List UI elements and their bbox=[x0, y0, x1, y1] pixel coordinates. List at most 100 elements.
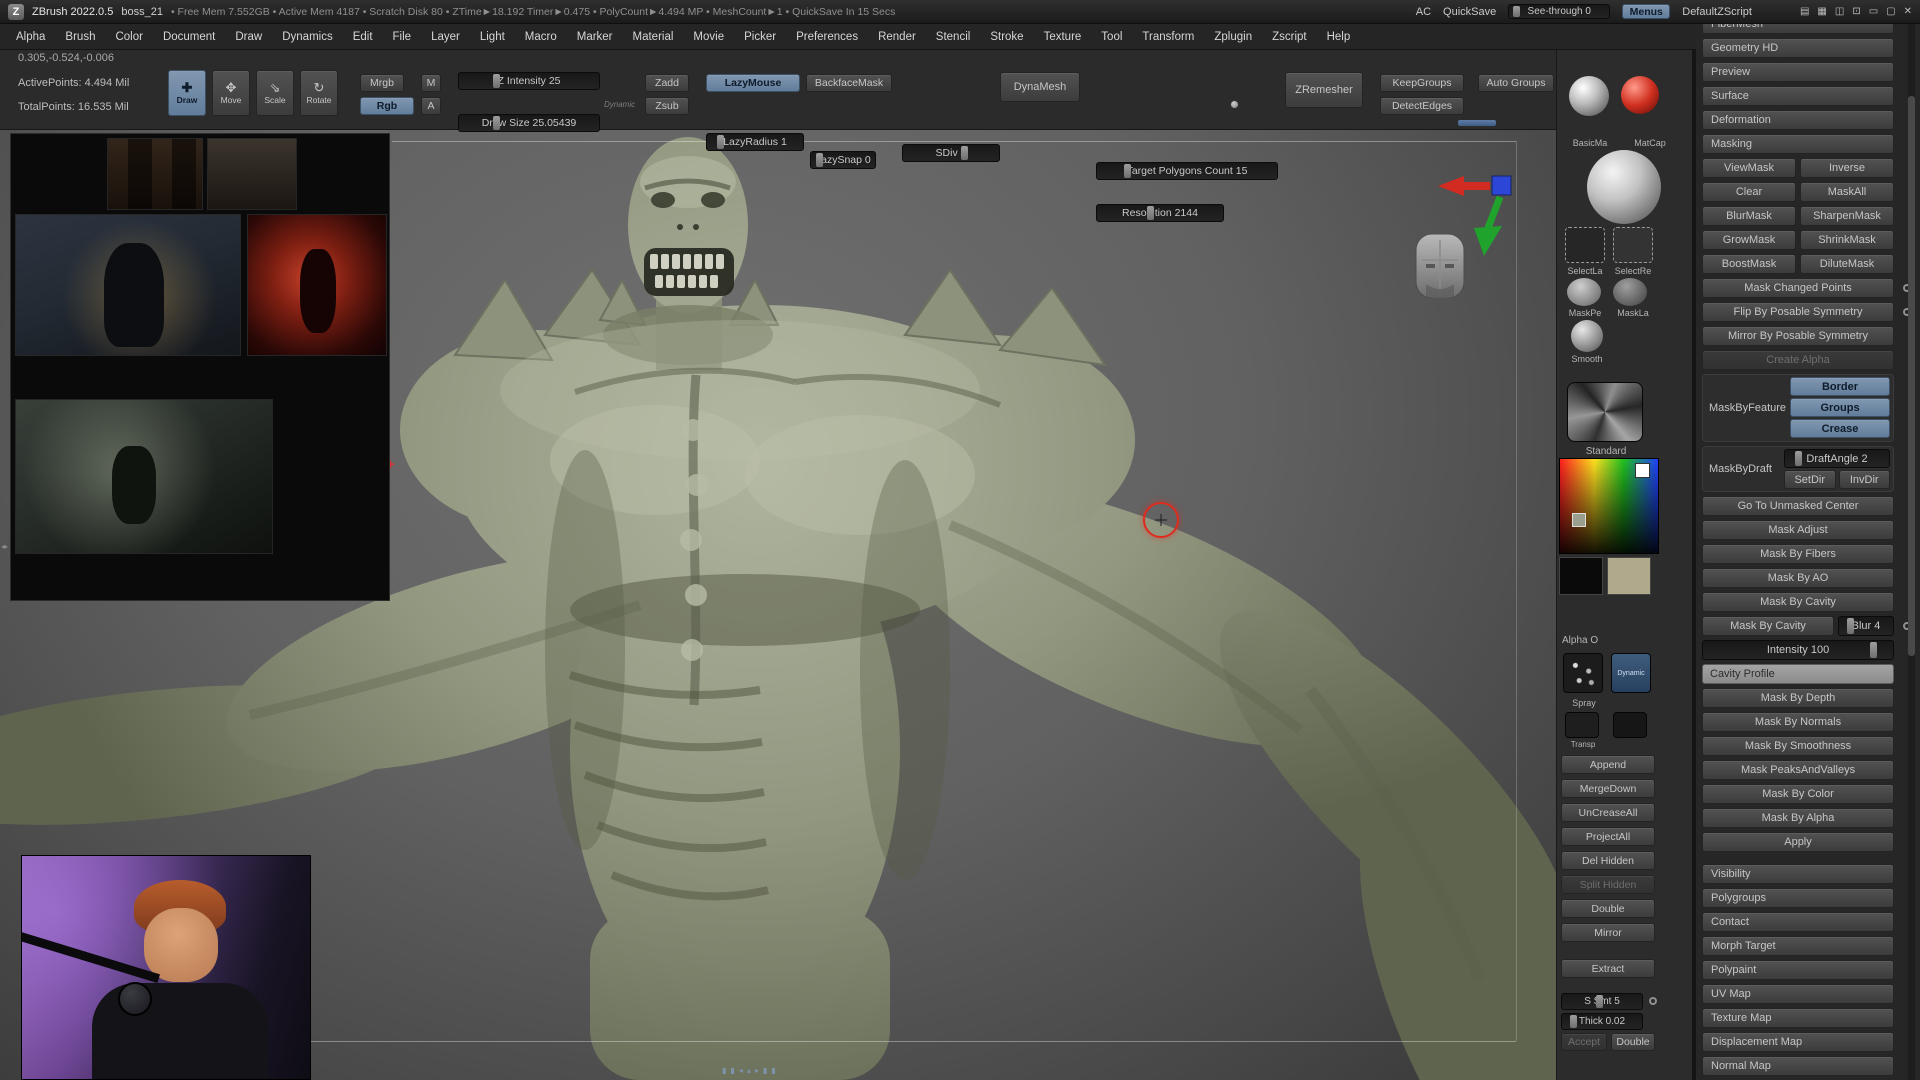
canvas-scroll-glyph[interactable]: ▸ bbox=[755, 1066, 759, 1075]
color-picker-swatch[interactable] bbox=[1635, 463, 1650, 478]
resolution-slider[interactable]: Resolution 2144 bbox=[1096, 204, 1224, 222]
lazymouse-button[interactable]: LazyMouse bbox=[706, 74, 800, 92]
maskall-button[interactable]: MaskAll bbox=[1800, 182, 1894, 202]
palette-item-deformation[interactable]: Deformation bbox=[1702, 110, 1894, 130]
viewmask-button[interactable]: ViewMask bbox=[1702, 158, 1796, 178]
quicksave-button[interactable]: QuickSave bbox=[1443, 6, 1496, 18]
palette-item-texture-map[interactable]: Texture Map bbox=[1702, 1008, 1894, 1028]
menu-macro[interactable]: Macro bbox=[515, 24, 567, 50]
canvas-scroll-glyph[interactable]: ▮ bbox=[730, 1066, 734, 1075]
thick-slider[interactable]: Thick 0.02 bbox=[1561, 1013, 1643, 1030]
canvas-scroll-glyph[interactable]: ▮ bbox=[771, 1066, 775, 1075]
border-button[interactable]: Border bbox=[1790, 377, 1890, 396]
mask-by-cavity-button[interactable]: Mask By Cavity bbox=[1702, 592, 1894, 612]
draw-tool-button[interactable]: ✚ Draw bbox=[168, 70, 206, 116]
menu-zplugin[interactable]: Zplugin bbox=[1204, 24, 1262, 50]
doc-icon[interactable]: ⊡ bbox=[1852, 6, 1860, 17]
matcap-material-sphere[interactable] bbox=[1621, 76, 1659, 114]
menu-alpha[interactable]: Alpha bbox=[6, 24, 55, 50]
standard-brush-icon[interactable] bbox=[1567, 382, 1643, 442]
menu-dynamics[interactable]: Dynamics bbox=[272, 24, 342, 50]
brush-cursor[interactable] bbox=[1143, 502, 1179, 538]
menu-edit[interactable]: Edit bbox=[343, 24, 383, 50]
canvas-scroll-glyph[interactable]: ▮ bbox=[763, 1066, 767, 1075]
palette-item-contact[interactable]: Contact bbox=[1702, 912, 1894, 932]
menu-document[interactable]: Document bbox=[153, 24, 225, 50]
dilutemask-button[interactable]: DiluteMask bbox=[1800, 254, 1894, 274]
crease-button[interactable]: Crease bbox=[1790, 419, 1890, 438]
palette-item-polypaint[interactable]: Polypaint bbox=[1702, 960, 1894, 980]
dynamesh-button[interactable]: DynaMesh bbox=[1000, 72, 1080, 102]
canvas-scroll-glyph[interactable]: ▴ bbox=[747, 1066, 751, 1075]
shelf-del-hidden-button[interactable]: Del Hidden bbox=[1561, 851, 1655, 870]
canvas-scroll-glyph[interactable]: ▮ bbox=[722, 1066, 726, 1075]
palette-item-surface[interactable]: Surface bbox=[1702, 86, 1894, 106]
menu-draw[interactable]: Draw bbox=[225, 24, 272, 50]
shelf-mirror-button[interactable]: Mirror bbox=[1561, 923, 1655, 942]
shelf-double-button[interactable]: Double bbox=[1561, 899, 1655, 918]
reference-thumbnail-legs-1[interactable] bbox=[107, 138, 203, 210]
z-intensity-slider[interactable]: Z Intensity 25 bbox=[458, 72, 600, 90]
mrgb-button[interactable]: Mrgb bbox=[360, 74, 404, 92]
minimize-icon[interactable]: ▭ bbox=[1869, 6, 1878, 17]
menu-preferences[interactable]: Preferences bbox=[786, 24, 868, 50]
menu-movie[interactable]: Movie bbox=[683, 24, 734, 50]
menu-picker[interactable]: Picker bbox=[734, 24, 786, 50]
menu-brush[interactable]: Brush bbox=[55, 24, 105, 50]
close-icon[interactable]: ✕ bbox=[1904, 6, 1912, 17]
menu-tool[interactable]: Tool bbox=[1091, 24, 1132, 50]
shelf-uncreaseall-button[interactable]: UnCreaseAll bbox=[1561, 803, 1655, 822]
ghost-icon[interactable] bbox=[1613, 712, 1647, 738]
mask-by-depth-button[interactable]: Mask By Depth bbox=[1702, 688, 1894, 708]
backfacemask-button[interactable]: BackfaceMask bbox=[806, 74, 892, 92]
mask-pen-icon[interactable] bbox=[1567, 278, 1601, 306]
menu-light[interactable]: Light bbox=[470, 24, 515, 50]
shelf-append-button[interactable]: Append bbox=[1561, 755, 1655, 774]
menu-stroke[interactable]: Stroke bbox=[980, 24, 1033, 50]
m-button[interactable]: M bbox=[421, 74, 441, 92]
menu-file[interactable]: File bbox=[383, 24, 422, 50]
palette-item-masking[interactable]: Masking bbox=[1702, 134, 1894, 154]
canvas-scroll-glyph[interactable]: ◂ bbox=[739, 1066, 743, 1075]
palette-item-normal-map[interactable]: Normal Map bbox=[1702, 1056, 1894, 1076]
menus-button[interactable]: Menus bbox=[1622, 4, 1670, 19]
intensity-100-slider[interactable]: Intensity 100 bbox=[1702, 640, 1894, 660]
dynamic-mode-icon[interactable]: Dynamic bbox=[1611, 653, 1651, 693]
move-tool-button[interactable]: ✥ Move bbox=[212, 70, 250, 116]
autogroups-button[interactable]: Auto Groups bbox=[1478, 74, 1554, 92]
shelf-mergedown-button[interactable]: MergeDown bbox=[1561, 779, 1655, 798]
clear-button[interactable]: Clear bbox=[1702, 182, 1796, 202]
reference-thumbnail-red-boss[interactable] bbox=[247, 214, 387, 356]
shelf-extract-button[interactable]: Extract bbox=[1561, 959, 1655, 978]
menu-layer[interactable]: Layer bbox=[421, 24, 470, 50]
apply-button[interactable]: Apply bbox=[1702, 832, 1894, 852]
color-picker[interactable] bbox=[1559, 458, 1659, 554]
maximize-icon[interactable]: ▢ bbox=[1886, 6, 1895, 17]
boostmask-button[interactable]: BoostMask bbox=[1702, 254, 1796, 274]
basic-material-sphere[interactable] bbox=[1569, 76, 1609, 116]
go-to-unmasked-center-button[interactable]: Go To Unmasked Center bbox=[1702, 496, 1894, 516]
menu-marker[interactable]: Marker bbox=[567, 24, 623, 50]
select-rect-icon[interactable] bbox=[1613, 227, 1653, 263]
palette-item-uv-map[interactable]: UV Map bbox=[1702, 984, 1894, 1004]
palette-item-displacement-map[interactable]: Displacement Map bbox=[1702, 1032, 1894, 1052]
s-smt-slider[interactable]: S Smt 5 bbox=[1561, 993, 1643, 1010]
groups-button[interactable]: Groups bbox=[1790, 398, 1890, 417]
palette-item-polygroups[interactable]: Polygroups bbox=[1702, 888, 1894, 908]
zremesher-button[interactable]: ZRemesher bbox=[1285, 72, 1363, 108]
shelf-projectall-button[interactable]: ProjectAll bbox=[1561, 827, 1655, 846]
blur-4-slider[interactable]: Blur 4 bbox=[1838, 616, 1894, 636]
resolution-knob[interactable] bbox=[1230, 100, 1239, 109]
zsub-button[interactable]: Zsub bbox=[645, 97, 689, 115]
mask-adjust-button[interactable]: Mask Adjust bbox=[1702, 520, 1894, 540]
mask-by-color-button[interactable]: Mask By Color bbox=[1702, 784, 1894, 804]
growmask-button[interactable]: GrowMask bbox=[1702, 230, 1796, 250]
ac-label[interactable]: AC bbox=[1416, 6, 1431, 18]
spray-stroke-icon[interactable] bbox=[1563, 653, 1603, 693]
axis-gizmo[interactable] bbox=[1408, 170, 1538, 320]
panel-scrollbar-thumb[interactable] bbox=[1908, 96, 1915, 656]
menu-transform[interactable]: Transform bbox=[1132, 24, 1204, 50]
cavity-profile-curve[interactable]: Cavity Profile bbox=[1702, 664, 1894, 684]
menu-material[interactable]: Material bbox=[623, 24, 684, 50]
main-color-swatch[interactable] bbox=[1559, 557, 1603, 595]
